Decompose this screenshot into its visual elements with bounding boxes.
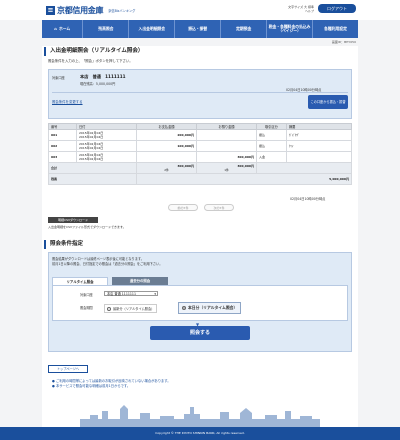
nav-time-deposit[interactable]: 定期預金 xyxy=(221,20,268,38)
help-link[interactable]: ヘルプ xyxy=(270,9,314,13)
nav-statement[interactable]: 入出金明細照会 xyxy=(129,20,176,38)
csv-download-button[interactable]: 明細CSVダウンロード xyxy=(48,217,98,223)
table-row: 001 2015年02月04日 2015年02月04日 200,000円 振込 ｶ… xyxy=(48,129,352,141)
row-type: 入金 xyxy=(256,151,287,163)
divider xyxy=(52,92,348,93)
row-number: 001 xyxy=(48,129,77,141)
conditions-note-2: 前月1日以降の照会、日付指定での照会は「過去分の照会」をご利用下さい。 xyxy=(52,262,163,266)
row-memo: ｶﾞｽﾞﾀｸﾞ xyxy=(286,129,352,141)
row-payment: 100,000円 xyxy=(136,140,197,152)
nav-transfer[interactable]: 振込・振替 xyxy=(175,20,222,38)
tab-past[interactable]: 過去分の照会 xyxy=(112,277,168,285)
balance-row-value: 5,000,000円 xyxy=(136,173,352,185)
row-number: 003 xyxy=(48,151,77,163)
page-instruction: 照会条件を入力の上、「照会」ボタンを押して下さい。 xyxy=(48,59,133,63)
conditions-title: 照会条件指定 xyxy=(44,240,244,249)
logo-mark-icon: ≡ xyxy=(46,5,55,15)
home-icon: ⌂ xyxy=(54,25,57,31)
row-memo xyxy=(286,151,352,163)
nav-payeasy[interactable]: 税金・各種料金の払込み（ペイジー） xyxy=(267,20,314,38)
row-date: 2015年02月04日 2015年02月04日 xyxy=(76,140,137,152)
period-label: 照会期間 xyxy=(80,306,93,310)
city-skyline-illustration xyxy=(80,405,320,427)
transfer-from-account-button[interactable]: この口座から振込・振替 xyxy=(308,95,348,109)
bank-name: 京都信用金庫 xyxy=(57,5,104,15)
page-title: 入出金明細照会（リアルタイム照会） xyxy=(44,47,244,56)
chevron-down-icon: ▾ xyxy=(154,292,156,296)
account-label: 対象口座 xyxy=(52,76,65,80)
row-payment xyxy=(136,151,197,163)
top-page-link[interactable]: トップページへ xyxy=(48,365,88,373)
nav-balance[interactable]: 残高照会 xyxy=(83,20,130,38)
table-row: 002 2015年02月04日 2015年02月04日 100,000円 振込 ｸ… xyxy=(48,140,352,152)
total-deposit: 300,000円 1件 xyxy=(196,162,257,174)
row-date: 2015年02月04日 2015年02月04日 xyxy=(76,151,137,163)
row-deposit xyxy=(196,140,257,152)
header-utility: 文字サイズ 大 標準 ヘルプ xyxy=(270,5,314,15)
radio-selected-icon[interactable] xyxy=(182,306,186,310)
change-conditions-link[interactable]: 照会条件を変更する xyxy=(52,99,83,104)
nav-settings[interactable]: 各種利用設定 xyxy=(313,20,358,38)
radio-icon[interactable] xyxy=(107,307,111,311)
account-value: 本店 普通 1111111 xyxy=(80,74,126,79)
screen-id: 画面ID：BHY050 xyxy=(331,40,356,44)
row-date: 2015年02月04日 2015年02月04日 xyxy=(76,129,137,141)
nav-home[interactable]: ⌂ ホーム xyxy=(42,20,84,38)
main-nav: ⌂ ホーム 残高照会 入出金明細照会 振込・振替 定期預金 税金・各種料金の払込み… xyxy=(42,20,358,38)
note-2: ● 本サービスで照会可能な明細は前月1日からです。 xyxy=(52,384,131,388)
query-button[interactable]: 照会する xyxy=(150,326,250,340)
next-page-button[interactable]: 次の5件 xyxy=(204,204,234,211)
total-row: 合計 300,000円 2件 300,000円 1件 xyxy=(48,162,352,174)
row-payment: 200,000円 xyxy=(136,129,197,141)
row-memo: ｸﾐｲ xyxy=(286,140,352,152)
copyright-footer: Copyright © THE KYOTO SHINKIN BANK, All … xyxy=(0,427,400,440)
account-select[interactable]: 本店 普通 1111111 ▾ xyxy=(104,291,158,296)
total-label: 合計 xyxy=(48,162,137,174)
period-option-latest[interactable]: 最新分（リアルタイム照会） xyxy=(104,304,158,313)
row-deposit: 300,000円 xyxy=(196,151,257,163)
table-row: 003 2015年02月04日 2015年02月04日 300,000円 入金 xyxy=(48,151,352,163)
target-account-label: 対象口座 xyxy=(80,293,93,297)
csv-download-note: 入出金明細をCSVファイル形式でダウンロードできます。 xyxy=(48,225,126,229)
balance-row-label: 残高 xyxy=(48,173,137,185)
prev-page-button[interactable]: 前の5件 xyxy=(168,204,198,211)
row-type: 振込 xyxy=(256,140,287,152)
total-payment: 300,000円 2件 xyxy=(136,162,197,174)
row-deposit xyxy=(196,129,257,141)
service-name: 京信Bizバンキング xyxy=(108,8,136,13)
footer-notes: ● ご利用の時間帯によっては最新のお取引が反映されていない場合があります。 ● … xyxy=(52,379,171,389)
row-type: 振込 xyxy=(256,129,287,141)
tab-realtime[interactable]: リアルタイム照会 xyxy=(52,277,108,285)
transaction-table: 番号 日付 お支払金額 お預り金額 取引区分 摘要 001 2015年02月04… xyxy=(48,123,352,185)
balance-label: 現在残高：5,000,000円 xyxy=(80,82,116,86)
bank-logo[interactable]: ≡ 京都信用金庫 京信Bizバンキング xyxy=(46,4,166,16)
period-option-today[interactable]: 本日分（リアルタイム照会） xyxy=(178,302,242,314)
row-number: 002 xyxy=(48,140,77,152)
balance-time: 02月04日10時00分時点 xyxy=(290,197,326,201)
logout-button[interactable]: ログアウト xyxy=(318,4,356,13)
balance-row: 残高 5,000,000円 xyxy=(48,173,352,185)
